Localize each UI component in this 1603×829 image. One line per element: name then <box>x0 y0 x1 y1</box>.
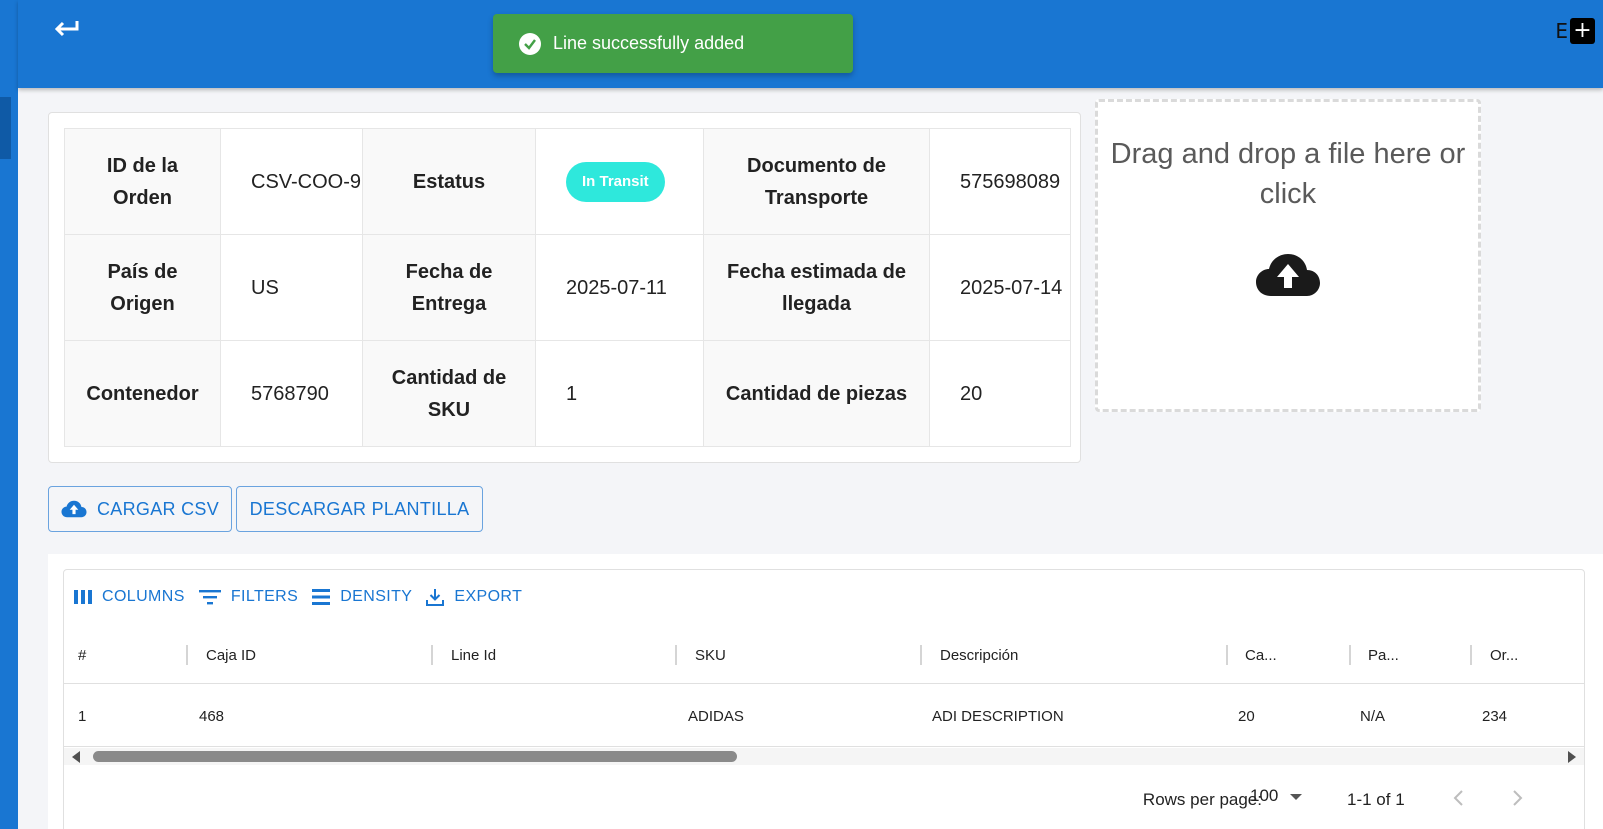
add-icon[interactable]: + <box>1570 18 1595 44</box>
left-sidebar-strip <box>0 0 18 829</box>
label-container: Contenedor <box>64 340 221 447</box>
chevron-right-icon <box>1513 790 1523 806</box>
column-separator[interactable] <box>186 645 188 665</box>
label-sku-count: Cantidad de SKU <box>362 340 536 447</box>
rows-per-page-value: 100 <box>1250 786 1279 805</box>
order-info-table: ID de la Orden CSV-COO-9 Estatus In Tran… <box>64 128 1071 447</box>
horizontal-scrollbar[interactable] <box>64 748 1584 765</box>
column-header[interactable]: Line Id <box>451 627 496 684</box>
column-separator[interactable] <box>431 645 433 665</box>
label-delivery-date: Fecha de Entrega <box>362 234 536 341</box>
download-template-button[interactable]: DESCARGAR PLANTILLA <box>236 486 483 532</box>
column-separator[interactable] <box>1349 645 1351 665</box>
next-page-button[interactable] <box>1506 786 1530 810</box>
value-container: 5768790 <box>220 340 363 447</box>
previous-page-button[interactable] <box>1446 786 1470 810</box>
order-info-card: ID de la Orden CSV-COO-9 Estatus In Tran… <box>48 112 1081 463</box>
table-cell: 468 <box>199 707 225 725</box>
upload-csv-label: CARGAR CSV <box>96 498 220 519</box>
export-button[interactable]: EXPORT <box>426 588 522 606</box>
download-template-label: DESCARGAR PLANTILLA <box>249 498 470 519</box>
back-button[interactable] <box>48 14 84 44</box>
table-cell: 234 <box>1482 707 1508 725</box>
column-header[interactable]: Pa... <box>1368 627 1399 684</box>
value-delivery-date: 2025-07-11 <box>535 234 704 341</box>
value-sku-count: 1 <box>535 340 704 447</box>
density-label: DENSITY <box>340 588 413 605</box>
cloud-upload-icon <box>1256 254 1320 296</box>
column-header[interactable]: Or... <box>1490 627 1518 684</box>
check-circle-icon <box>519 32 541 55</box>
file-dropzone[interactable]: Drag and drop a file here or click <box>1095 99 1481 412</box>
table-row[interactable]: 1 468 ADIDAS ADI DESCRIPTION 20 N/A 234 <box>64 685 1584 747</box>
truncated-header-text: E <box>1555 19 1568 43</box>
column-separator[interactable] <box>1226 645 1228 665</box>
download-icon <box>426 589 445 606</box>
label-order-id: ID de la Orden <box>64 128 221 235</box>
export-label: EXPORT <box>454 588 523 605</box>
column-separator[interactable] <box>1470 645 1472 665</box>
value-order-id: CSV-COO-9 <box>220 128 363 235</box>
columns-label: COLUMNS <box>102 588 185 605</box>
label-status: Estatus <box>362 128 536 235</box>
column-header[interactable]: SKU <box>695 627 726 684</box>
columns-button[interactable]: COLUMNS <box>74 588 185 606</box>
table-cell: ADI DESCRIPTION <box>932 707 1064 725</box>
dropzone-text: Drag and drop a file here or click <box>1110 138 1466 210</box>
success-toast: Line successfully added <box>493 14 853 73</box>
data-grid-container: COLUMNS FILTERS DENSITY EXPORT # Caja ID… <box>48 554 1603 829</box>
back-arrow-icon <box>54 21 79 37</box>
top-right-actions: E + <box>1555 18 1595 44</box>
caret-down-icon <box>1290 794 1303 800</box>
column-separator[interactable] <box>920 645 922 665</box>
filter-icon <box>198 590 221 605</box>
rows-per-page-label: Rows per page: <box>1142 790 1262 809</box>
label-eta: Fecha estimada de llegada <box>703 234 930 341</box>
pagination-range: 1-1 of 1 <box>1347 790 1405 809</box>
value-eta: 2025-07-14 <box>929 234 1071 341</box>
toast-message: Line successfully added <box>553 33 745 53</box>
column-header[interactable]: Caja ID <box>206 627 256 684</box>
grid-pagination: Rows per page: 100 1-1 of 1 <box>64 766 1584 826</box>
value-piece-count: 20 <box>929 340 1071 447</box>
label-piece-count: Cantidad de piezas <box>703 340 930 447</box>
scrollbar-thumb[interactable] <box>93 751 737 762</box>
value-transport-doc: 575698089 <box>929 128 1071 235</box>
data-grid: COLUMNS FILTERS DENSITY EXPORT # Caja ID… <box>63 569 1585 829</box>
column-header[interactable]: Descripción <box>940 627 1018 684</box>
status-badge: In Transit <box>566 161 665 202</box>
scroll-right-arrow-icon[interactable] <box>1568 751 1576 763</box>
table-cell: 20 <box>1238 707 1255 725</box>
cloud-upload-icon <box>61 500 87 518</box>
chevron-left-icon <box>1453 790 1463 806</box>
column-separator[interactable] <box>675 645 677 665</box>
filters-button[interactable]: FILTERS <box>198 588 299 606</box>
table-cell: 1 <box>78 707 87 725</box>
density-button[interactable]: DENSITY <box>312 588 412 606</box>
rows-per-page-select[interactable]: 100 <box>1250 786 1303 806</box>
label-transport-doc: Documento de Transporte <box>703 128 930 235</box>
label-origin-country: País de Origen <box>64 234 221 341</box>
grid-header-row: # Caja ID Line Id SKU Descripción Ca... … <box>64 627 1584 684</box>
sidebar-active-indicator <box>0 97 11 159</box>
table-cell: N/A <box>1360 707 1386 725</box>
density-icon <box>312 589 331 605</box>
scroll-left-arrow-icon[interactable] <box>72 751 80 763</box>
columns-icon <box>74 590 92 604</box>
filters-label: FILTERS <box>230 588 299 605</box>
upload-csv-button[interactable]: CARGAR CSV <box>48 486 232 532</box>
grid-toolbar: COLUMNS FILTERS DENSITY EXPORT <box>74 584 536 610</box>
value-origin-country: US <box>220 234 363 341</box>
column-header[interactable]: Ca... <box>1245 627 1277 684</box>
table-cell: ADIDAS <box>688 707 744 725</box>
column-header[interactable]: # <box>78 627 86 684</box>
